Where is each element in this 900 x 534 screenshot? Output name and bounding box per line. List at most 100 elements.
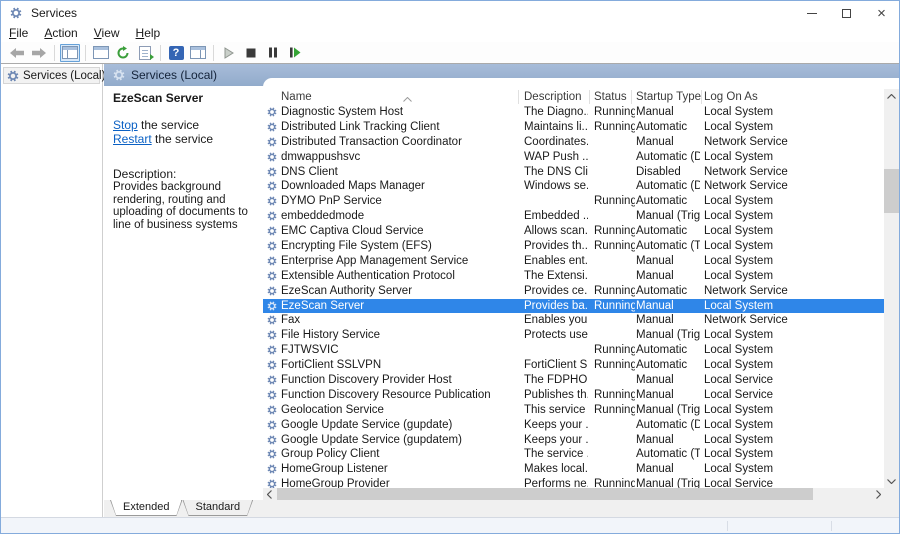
tree-item-label: Services (Local) [23,70,105,82]
export-list-button[interactable] [135,44,155,62]
service-description-cell: Allows scan... [524,224,588,239]
forward-button[interactable] [29,44,49,62]
service-row[interactable]: Enterprise App Management Service Enable… [263,254,885,269]
service-startup-type-cell: Automatic (T... [636,447,700,462]
menu-action[interactable]: Action [36,25,85,42]
service-row[interactable]: Distributed Transaction Coordinator Coor… [263,135,885,150]
column-divider[interactable] [518,90,519,104]
service-status-cell [594,254,635,269]
service-row[interactable]: FJTWSVIC Running Automatic Local System [263,343,885,358]
tab-extended[interactable]: Extended [110,500,182,516]
show-console-tree-button[interactable] [60,44,80,62]
service-row[interactable]: Function Discovery Provider Host The FDP… [263,373,885,388]
service-logon-cell: Local System [704,418,824,433]
restart-service-button[interactable] [285,44,305,62]
service-logon-cell: Local System [704,447,824,462]
service-name-cell: HomeGroup Listener [281,462,517,477]
column-header-description[interactable]: Description [524,89,582,105]
service-logon-cell: Local System [704,403,824,418]
service-row[interactable]: Downloaded Maps Manager Windows se... Au… [263,179,885,194]
service-row[interactable]: Encrypting File System (EFS) Provides th… [263,239,885,254]
start-service-button[interactable] [219,44,239,62]
service-row[interactable]: FortiClient SSLVPN FortiClient S... Runn… [263,358,885,373]
service-row[interactable]: HomeGroup Listener Makes local... Manual… [263,462,885,477]
minimize-button[interactable] [794,1,829,25]
column-header-startup-type[interactable]: Startup Type [636,89,701,105]
scroll-down-button[interactable] [884,474,899,489]
help-button[interactable]: ? [166,44,186,62]
service-row[interactable]: EzeScan Authority Server Provides ce... … [263,284,885,299]
service-row[interactable]: Function Discovery Resource Publication … [263,388,885,403]
service-row[interactable]: Google Update Service (gupdate) Keeps yo… [263,418,885,433]
service-startup-type-cell: Manual [636,462,700,477]
restart-service-link[interactable]: Restart [113,132,152,146]
column-header-status[interactable]: Status [594,89,627,105]
vertical-scrollbar-thumb[interactable] [884,169,899,213]
service-name-cell: dmwappushsvc [281,150,517,165]
column-header-log-on-as[interactable]: Log On As [704,89,758,105]
properties-button[interactable] [91,44,111,62]
service-description-cell: FortiClient S... [524,358,588,373]
service-row[interactable]: Diagnostic System Host The Diagno... Run… [263,105,885,120]
service-description-cell [524,343,588,358]
stop-service-button[interactable] [241,44,261,62]
service-description-cell: Keeps your ... [524,418,588,433]
stop-service-link[interactable]: Stop [113,118,138,132]
service-row[interactable]: EMC Captiva Cloud Service Allows scan...… [263,224,885,239]
menu-file[interactable]: File [1,25,36,42]
action-pane-icon [190,46,206,59]
service-row[interactable]: Distributed Link Tracking Client Maintai… [263,120,885,135]
minimize-icon [807,13,817,14]
service-row[interactable]: Geolocation Service This service ... Run… [263,403,885,418]
service-startup-type-cell: Automatic (D... [636,418,700,433]
service-status-cell [594,150,635,165]
service-row[interactable]: Extensible Authentication Protocol The E… [263,269,885,284]
back-button[interactable] [7,44,27,62]
service-name-cell: Enterprise App Management Service [281,254,517,269]
horizontal-scrollbar[interactable] [263,488,885,500]
column-header-name[interactable]: Name [281,89,312,105]
service-logon-cell: Local System [704,328,824,343]
show-action-pane-button[interactable] [188,44,208,62]
scroll-left-button[interactable] [263,488,276,500]
services-gear-icon [7,70,19,82]
column-divider[interactable] [631,90,632,104]
service-row[interactable]: File History Service Protects use... Man… [263,328,885,343]
service-status-cell: Running [594,120,635,135]
maximize-button[interactable] [829,1,864,25]
service-description-cell: This service ... [524,403,588,418]
service-row[interactable]: dmwappushsvc WAP Push ... Automatic (D..… [263,150,885,165]
service-row[interactable]: DNS Client The DNS Cli... Disabled Netwo… [263,165,885,180]
service-name-cell: Fax [281,313,517,328]
service-row[interactable]: EzeScan Server Provides ba... Running Ma… [263,299,885,314]
service-row[interactable]: embeddedmode Embedded ... Manual (Trig..… [263,209,885,224]
vertical-scrollbar[interactable] [884,89,899,489]
service-startup-type-cell: Manual (Trig... [636,403,700,418]
service-description-cell: WAP Push ... [524,150,588,165]
window-controls: × [794,1,899,25]
main-area: Services (Local) Services (Local) EzeSca… [1,64,899,517]
close-button[interactable]: × [864,1,899,25]
menu-view[interactable]: View [86,25,128,42]
tab-standard[interactable]: Standard [182,500,253,516]
service-name-cell: DYMO PnP Service [281,194,517,209]
service-description-cell: Enables you... [524,313,588,328]
service-row[interactable]: DYMO PnP Service Running Automatic Local… [263,194,885,209]
scroll-up-button[interactable] [884,89,899,104]
refresh-button[interactable] [113,44,133,62]
pause-service-button[interactable] [263,44,283,62]
service-logon-cell: Local System [704,224,824,239]
service-row[interactable]: Group Policy Client The service ... Auto… [263,447,885,462]
column-divider[interactable] [701,90,702,104]
service-status-cell: Running [594,284,635,299]
menu-help[interactable]: Help [128,25,169,42]
service-status-cell [594,269,635,284]
service-name-cell: Function Discovery Provider Host [281,373,517,388]
service-row[interactable]: Fax Enables you... Manual Network Servic… [263,313,885,328]
service-description-cell: Enables ent... [524,254,588,269]
tree-item-services-local[interactable]: Services (Local) [3,67,100,84]
horizontal-scrollbar-thumb[interactable] [277,488,813,500]
service-row[interactable]: Google Update Service (gupdatem) Keeps y… [263,433,885,448]
service-status-cell [594,328,635,343]
column-divider[interactable] [589,90,590,104]
